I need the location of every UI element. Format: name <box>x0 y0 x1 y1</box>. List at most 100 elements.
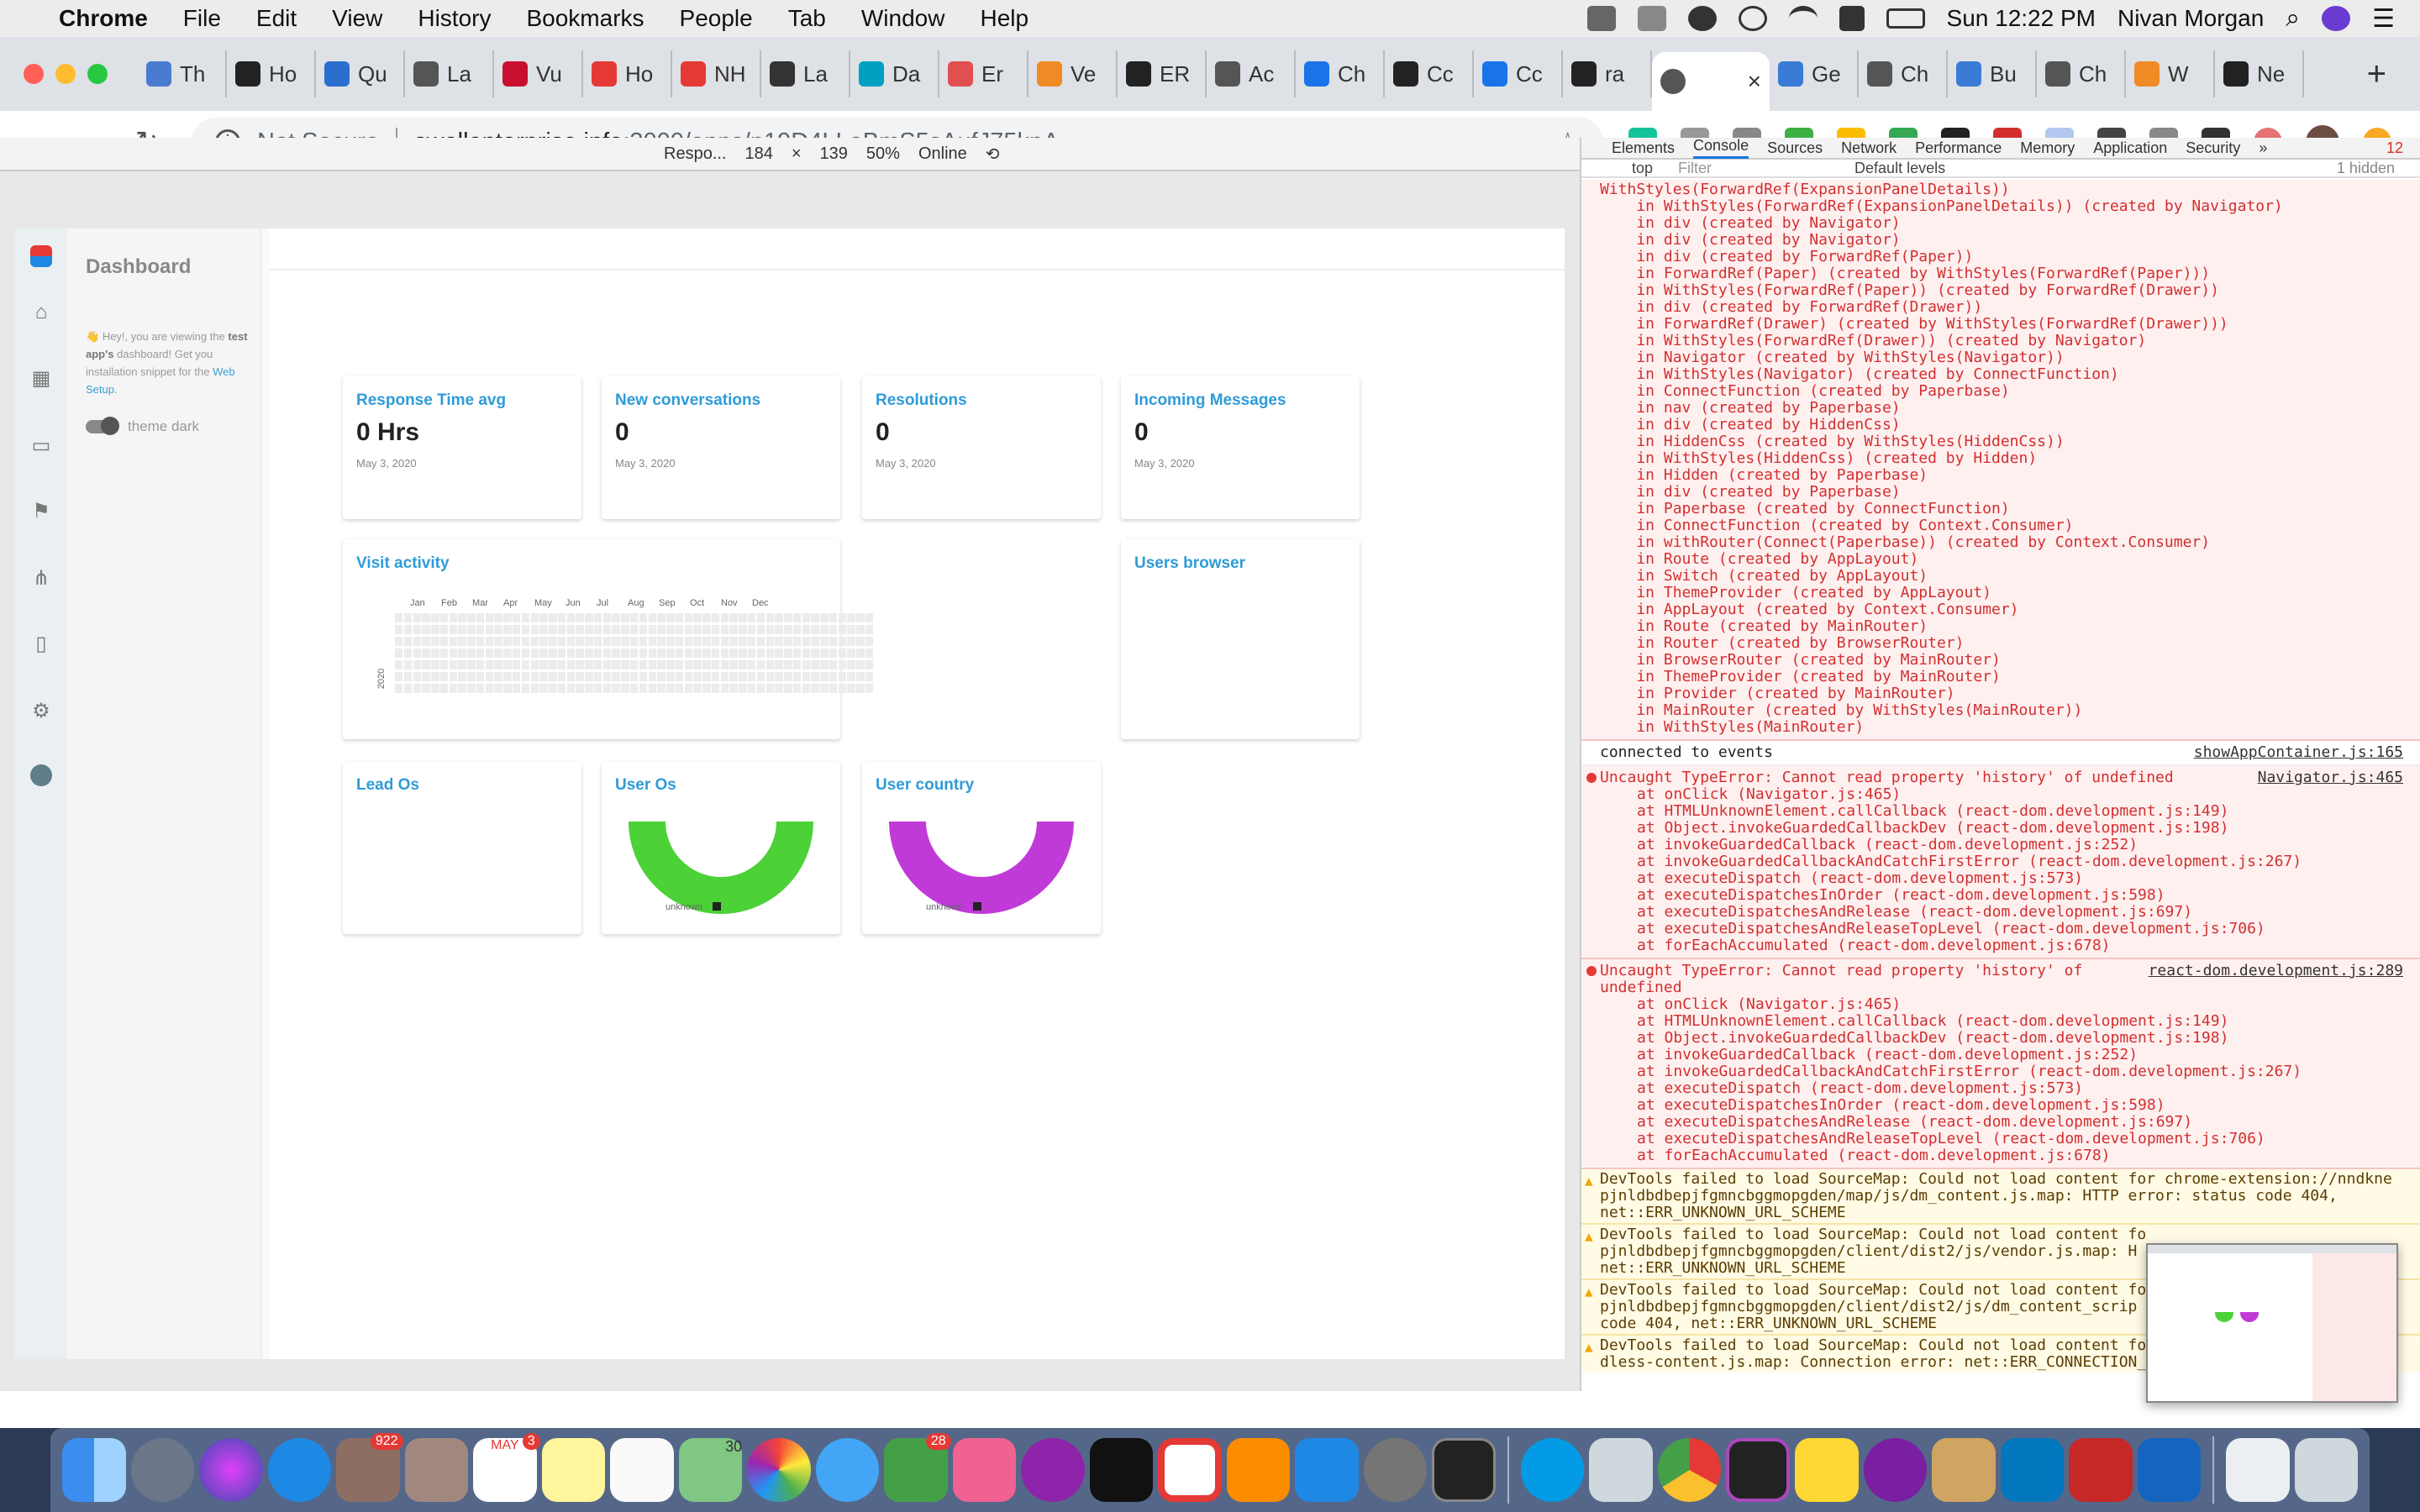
rotate-icon[interactable]: ⟲ <box>986 144 1000 165</box>
volume-icon[interactable] <box>1839 6 1865 31</box>
heatmap-day-cell[interactable] <box>431 684 439 693</box>
heatmap-day-cell[interactable] <box>720 684 729 693</box>
photos-icon[interactable] <box>747 1438 811 1502</box>
heatmap-day-cell[interactable] <box>439 672 449 681</box>
heatmap-day-cell[interactable] <box>476 625 485 634</box>
heatmap-day-cell[interactable] <box>684 637 693 646</box>
heatmap-day-cell[interactable] <box>765 660 774 669</box>
heatmap-day-cell[interactable] <box>503 660 512 669</box>
notes-icon[interactable] <box>541 1438 606 1502</box>
reminders-icon[interactable] <box>610 1438 674 1502</box>
error-source-link[interactable]: Navigator.js:465 <box>2258 769 2403 786</box>
menu-bookmarks[interactable]: Bookmarks <box>526 5 644 32</box>
spotlight-icon[interactable]: ⌕ <box>2286 4 2300 33</box>
browser-tab[interactable]: Ho <box>227 50 316 97</box>
heatmap-day-cell[interactable] <box>820 684 829 693</box>
heatmap-day-cell[interactable] <box>756 660 765 669</box>
heatmap-day-cell[interactable] <box>675 660 684 669</box>
heatmap-day-cell[interactable] <box>657 648 666 658</box>
heatmap-day-cell[interactable] <box>693 625 702 634</box>
heatmap-day-cell[interactable] <box>702 637 711 646</box>
network-select[interactable]: Online <box>918 144 967 164</box>
heatmap-day-cell[interactable] <box>549 684 557 693</box>
heatmap-day-cell[interactable] <box>395 613 403 622</box>
heatmap-day-cell[interactable] <box>467 648 476 658</box>
heatmap-day-cell[interactable] <box>485 613 494 622</box>
heatmap-day-cell[interactable] <box>422 660 430 669</box>
heatmap-day-cell[interactable] <box>729 660 738 669</box>
heatmap-day-cell[interactable] <box>820 648 829 658</box>
heatmap-day-cell[interactable] <box>720 625 729 634</box>
heatmap-day-cell[interactable] <box>521 684 530 693</box>
heatmap-day-cell[interactable] <box>439 613 449 622</box>
heatmap-day-cell[interactable] <box>648 684 656 693</box>
heatmap-day-cell[interactable] <box>539 625 548 634</box>
contacts-icon[interactable] <box>404 1438 469 1502</box>
heatmap-day-cell[interactable] <box>612 684 620 693</box>
heatmap-day-cell[interactable] <box>576 672 584 681</box>
heatmap-day-cell[interactable] <box>439 684 449 693</box>
browser-tab[interactable]: Ch <box>1859 50 1948 97</box>
heatmap-day-cell[interactable] <box>792 660 802 669</box>
heatmap-day-cell[interactable] <box>476 613 485 622</box>
heatmap-day-cell[interactable] <box>792 637 802 646</box>
heatmap-day-cell[interactable] <box>403 648 413 658</box>
theme-switch[interactable] <box>86 417 119 435</box>
browser-tab[interactable]: Ne <box>2215 50 2304 97</box>
heatmap-day-cell[interactable] <box>403 613 413 622</box>
heatmap-day-cell[interactable] <box>602 684 612 693</box>
new-tab-button[interactable]: + <box>2367 55 2386 93</box>
heatmap-day-cell[interactable] <box>675 684 684 693</box>
heatmap-day-cell[interactable] <box>621 637 629 646</box>
heatmap-day-cell[interactable] <box>756 648 765 658</box>
heatmap-day-cell[interactable] <box>431 637 439 646</box>
heatmap-day-cell[interactable] <box>602 625 612 634</box>
heatmap-day-cell[interactable] <box>784 613 792 622</box>
heatmap-day-cell[interactable] <box>775 637 783 646</box>
time-machine-icon[interactable] <box>1738 6 1767 31</box>
heatmap-day-cell[interactable] <box>639 637 648 646</box>
heatmap-day-cell[interactable] <box>557 684 566 693</box>
heatmap-day-cell[interactable] <box>593 684 602 693</box>
heatmap-day-cell[interactable] <box>684 625 693 634</box>
heatmap-day-cell[interactable] <box>476 684 485 693</box>
heatmap-day-cell[interactable] <box>693 672 702 681</box>
tab-performance[interactable]: Performance <box>1915 139 2002 157</box>
heatmap-day-cell[interactable] <box>467 637 476 646</box>
heatmap-day-cell[interactable] <box>748 648 756 658</box>
safari-icon[interactable] <box>267 1438 332 1502</box>
app-logo-icon[interactable] <box>30 245 52 267</box>
heatmap-day-cell[interactable] <box>439 637 449 646</box>
heatmap-day-cell[interactable] <box>549 613 557 622</box>
heatmap-day-cell[interactable] <box>775 672 783 681</box>
heatmap-day-cell[interactable] <box>739 684 747 693</box>
heatmap-day-cell[interactable] <box>476 660 485 669</box>
heatmap-day-cell[interactable] <box>847 648 855 658</box>
heatmap-day-cell[interactable] <box>657 625 666 634</box>
heatmap-day-cell[interactable] <box>856 648 865 658</box>
heatmap-day-cell[interactable] <box>467 613 476 622</box>
heatmap-day-cell[interactable] <box>765 625 774 634</box>
heatmap-day-cell[interactable] <box>648 672 656 681</box>
heatmap-day-cell[interactable] <box>612 637 620 646</box>
menubar-clock[interactable]: Sun 12:22 PM <box>1947 5 2096 32</box>
heatmap-day-cell[interactable] <box>494 672 502 681</box>
heatmap-day-cell[interactable] <box>449 613 458 622</box>
heatmap-day-cell[interactable] <box>811 625 819 634</box>
filter-input[interactable]: Filter <box>1678 160 1829 177</box>
heatmap-day-cell[interactable] <box>838 648 847 658</box>
heatmap-day-cell[interactable] <box>865 672 874 681</box>
heatmap-day-cell[interactable] <box>739 660 747 669</box>
heatmap-day-cell[interactable] <box>431 625 439 634</box>
heatmap-day-cell[interactable] <box>549 672 557 681</box>
heatmap-day-cell[interactable] <box>593 613 602 622</box>
heatmap-day-cell[interactable] <box>557 613 566 622</box>
heatmap-day-cell[interactable] <box>639 672 648 681</box>
heatmap-day-cell[interactable] <box>576 613 584 622</box>
heatmap-day-cell[interactable] <box>639 660 648 669</box>
book-icon[interactable]: ▯ <box>30 632 52 655</box>
photo-status-icon[interactable] <box>1637 6 1666 31</box>
heatmap-day-cell[interactable] <box>612 672 620 681</box>
heatmap-day-cell[interactable] <box>530 648 539 658</box>
browser-tab[interactable]: Ch <box>1296 50 1385 97</box>
